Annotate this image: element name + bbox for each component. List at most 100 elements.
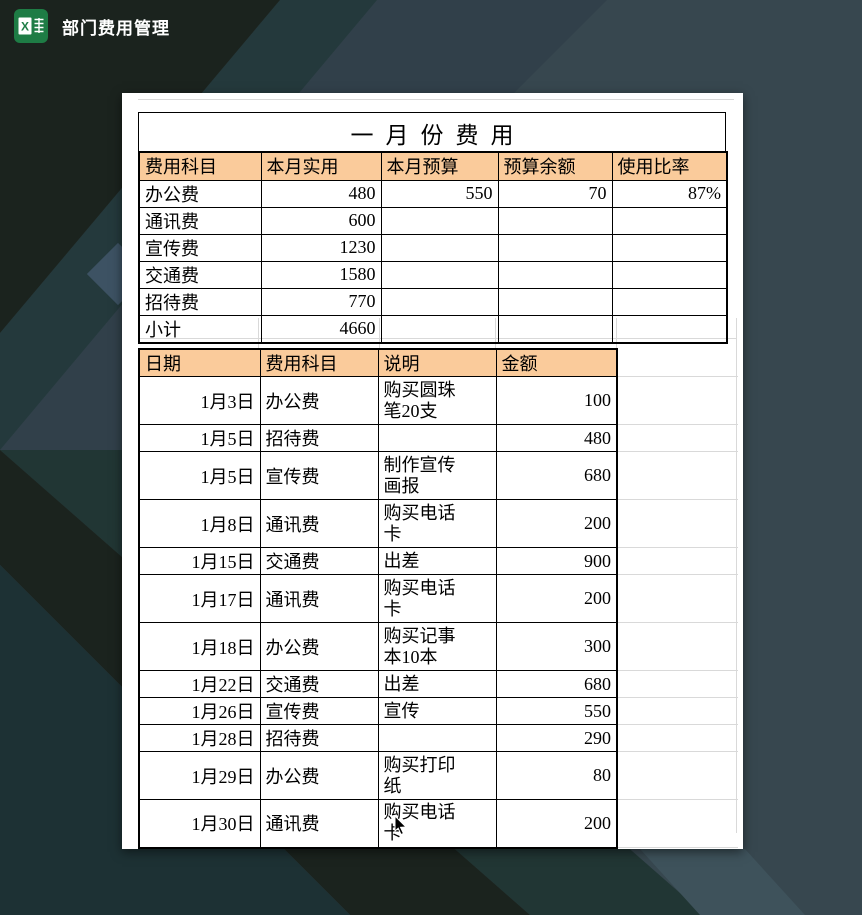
titlebar: X 部门费用管理 [14, 9, 170, 43]
cell-date[interactable]: 1月5日 [139, 452, 260, 500]
gridline [736, 318, 737, 833]
cell-desc[interactable] [378, 725, 496, 752]
cell-category[interactable]: 办公费 [139, 180, 261, 207]
column-header[interactable]: 预算余额 [498, 152, 612, 180]
table-row: 办公费4805507087% [139, 180, 727, 207]
column-header[interactable]: 费用科目 [260, 349, 378, 377]
cell-date[interactable]: 1月22日 [139, 671, 260, 698]
gridline [618, 622, 738, 623]
cell-desc[interactable]: 购买记事 本10本 [378, 623, 496, 671]
cell-amount[interactable]: 900 [496, 548, 617, 575]
sheet-area: 一月份费用 费用科目本月实用本月预算预算余额使用比率 办公费4805507087… [122, 93, 743, 849]
column-header[interactable]: 本月实用 [261, 152, 381, 180]
cell-category[interactable]: 通讯费 [139, 207, 261, 234]
cell-date[interactable]: 1月8日 [139, 500, 260, 548]
cell-desc[interactable]: 出差 [378, 671, 496, 698]
cell-actual[interactable]: 480 [261, 180, 381, 207]
cell-ratio[interactable] [612, 207, 727, 234]
column-header[interactable]: 本月预算 [381, 152, 498, 180]
cell-remain[interactable] [498, 315, 612, 343]
cell-budget[interactable] [381, 207, 498, 234]
cell-remain[interactable] [498, 207, 612, 234]
cell-ratio[interactable] [612, 315, 727, 343]
cell-date[interactable]: 1月15日 [139, 548, 260, 575]
cell-category[interactable]: 办公费 [260, 623, 378, 671]
gridline [138, 99, 734, 100]
cell-ratio[interactable] [612, 288, 727, 315]
cell-ratio[interactable]: 87% [612, 180, 727, 207]
cell-category[interactable]: 小计 [139, 315, 261, 343]
gridline [618, 724, 738, 725]
cell-budget[interactable]: 550 [381, 180, 498, 207]
cell-category[interactable]: 交通费 [139, 261, 261, 288]
column-header[interactable]: 日期 [139, 349, 260, 377]
cell-category[interactable]: 办公费 [260, 377, 378, 425]
cell-category[interactable]: 宣传费 [260, 452, 378, 500]
cell-category[interactable]: 招待费 [260, 425, 378, 452]
cell-date[interactable]: 1月29日 [139, 752, 260, 800]
cell-remain[interactable] [498, 234, 612, 261]
detail-table: 日期费用科目说明金额 1月3日办公费购买圆珠 笔20支1001月5日招待费480… [138, 348, 618, 849]
cell-amount[interactable]: 680 [496, 671, 617, 698]
cell-amount[interactable]: 300 [496, 623, 617, 671]
cell-desc[interactable] [378, 425, 496, 452]
cell-date[interactable]: 1月28日 [139, 725, 260, 752]
gridline [618, 376, 738, 377]
cell-date[interactable]: 1月3日 [139, 377, 260, 425]
excel-icon: X [14, 9, 48, 43]
cell-category[interactable]: 交通费 [260, 548, 378, 575]
cell-remain[interactable]: 70 [498, 180, 612, 207]
cell-category[interactable]: 通讯费 [260, 500, 378, 548]
cell-desc[interactable]: 宣传 [378, 698, 496, 725]
cell-actual[interactable]: 1580 [261, 261, 381, 288]
cell-actual[interactable]: 4660 [261, 315, 381, 343]
cell-desc[interactable]: 购买打印 纸 [378, 752, 496, 800]
cell-category[interactable]: 通讯费 [260, 800, 378, 848]
cell-category[interactable]: 招待费 [260, 725, 378, 752]
column-header[interactable]: 费用科目 [139, 152, 261, 180]
gridline [618, 847, 738, 848]
cell-actual[interactable]: 770 [261, 288, 381, 315]
cell-amount[interactable]: 680 [496, 452, 617, 500]
cell-category[interactable]: 招待费 [139, 288, 261, 315]
cell-category[interactable]: 交通费 [260, 671, 378, 698]
spreadsheet-panel: 一月份费用 费用科目本月实用本月预算预算余额使用比率 办公费4805507087… [122, 93, 743, 849]
table-row: 1月28日招待费 290 [139, 725, 617, 752]
cell-remain[interactable] [498, 288, 612, 315]
cell-budget[interactable] [381, 315, 498, 343]
cell-desc[interactable]: 出差 [378, 548, 496, 575]
column-header[interactable]: 使用比率 [612, 152, 727, 180]
cell-desc[interactable]: 购买电话 卡 [378, 575, 496, 623]
cell-ratio[interactable] [612, 261, 727, 288]
table-row: 交通费1580 [139, 261, 727, 288]
cell-date[interactable]: 1月17日 [139, 575, 260, 623]
cell-category[interactable]: 办公费 [260, 752, 378, 800]
cell-desc[interactable]: 制作宣传 画报 [378, 452, 496, 500]
cell-amount[interactable]: 100 [496, 377, 617, 425]
cell-budget[interactable] [381, 288, 498, 315]
cell-category[interactable]: 通讯费 [260, 575, 378, 623]
cell-date[interactable]: 1月5日 [139, 425, 260, 452]
cell-date[interactable]: 1月30日 [139, 800, 260, 848]
cell-actual[interactable]: 1230 [261, 234, 381, 261]
cell-amount[interactable]: 80 [496, 752, 617, 800]
cell-desc[interactable]: 购买圆珠 笔20支 [378, 377, 496, 425]
cell-remain[interactable] [498, 261, 612, 288]
column-header[interactable]: 说明 [378, 349, 496, 377]
cell-amount[interactable]: 290 [496, 725, 617, 752]
cell-amount[interactable]: 550 [496, 698, 617, 725]
cell-amount[interactable]: 480 [496, 425, 617, 452]
cell-actual[interactable]: 600 [261, 207, 381, 234]
cell-amount[interactable]: 200 [496, 800, 617, 848]
cell-date[interactable]: 1月18日 [139, 623, 260, 671]
cell-date[interactable]: 1月26日 [139, 698, 260, 725]
cell-ratio[interactable] [612, 234, 727, 261]
cell-budget[interactable] [381, 234, 498, 261]
cell-amount[interactable]: 200 [496, 500, 617, 548]
cell-category[interactable]: 宣传费 [260, 698, 378, 725]
cell-category[interactable]: 宣传费 [139, 234, 261, 261]
cell-budget[interactable] [381, 261, 498, 288]
column-header[interactable]: 金额 [496, 349, 617, 377]
cell-desc[interactable]: 购买电话 卡 [378, 500, 496, 548]
cell-amount[interactable]: 200 [496, 575, 617, 623]
